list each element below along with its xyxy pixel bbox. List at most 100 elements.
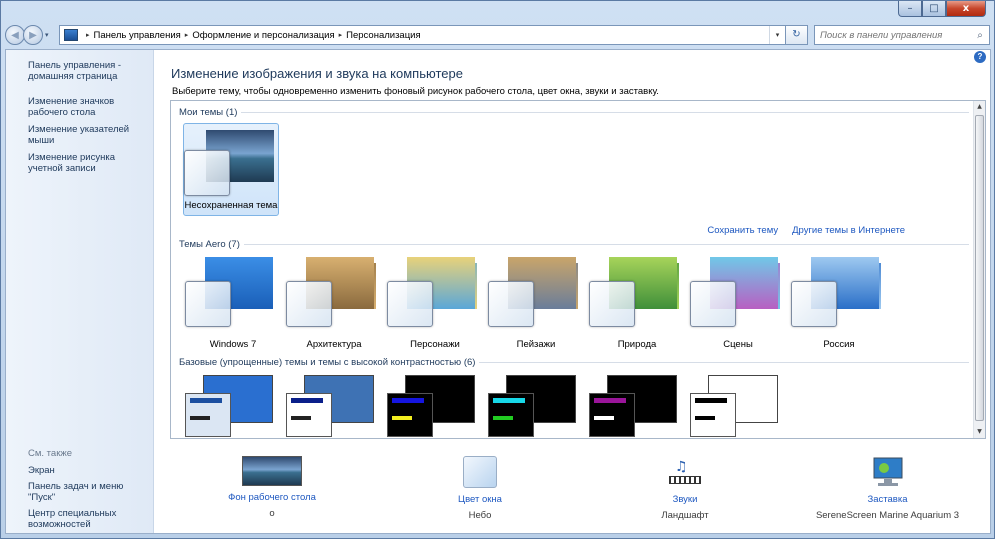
theme-window-preview [690,281,736,327]
theme-title-bar-preview [695,398,727,403]
svg-text:♫: ♫ [675,459,688,475]
close-button[interactable]: x [946,1,986,17]
theme-label: Архитектура [306,339,362,350]
search-icon[interactable]: ⌕ [971,30,989,41]
window-color-setting[interactable]: Цвет окна Небо [435,456,525,521]
theme-aero[interactable]: Россия [791,255,887,350]
theme-aero[interactable]: Архитектура [286,255,382,350]
theme-window-preview [488,281,534,327]
theme-basic[interactable] [185,375,273,438]
breadcrumb-personalization[interactable]: Персонализация [346,30,420,41]
theme-aero[interactable]: Персонажи [387,255,483,350]
refresh-button[interactable]: ↻ [786,25,808,45]
theme-basic[interactable] [488,375,576,438]
sounds-icon: ♫ [669,459,701,484]
scroll-up-button[interactable]: ▲ [974,101,985,113]
sidebar-home-link[interactable]: Панель управления - домашняя страница [28,60,148,82]
theme-window-preview [488,393,534,437]
breadcrumb-control-panel[interactable]: Панель управления [94,30,181,41]
see-also-taskbar[interactable]: Панель задач и меню "Пуск" [28,481,152,503]
save-theme-link[interactable]: Сохранить тему [707,225,778,236]
theme-aero[interactable]: Природа [589,255,685,350]
screensaver-value: SereneScreen Marine Aquarium 3 [815,510,960,521]
theme-text-preview [594,416,614,420]
scroll-down-button[interactable]: ▼ [974,426,985,438]
screensaver-caption[interactable]: Заставка [805,494,970,505]
theme-text-preview [493,416,513,420]
sounds-caption[interactable]: Звуки [640,494,730,505]
sidebar: Панель управления - домашняя страница Из… [6,50,154,533]
window-color-icon [463,456,497,488]
screensaver-setting[interactable]: Заставка SereneScreen Marine Aquarium 3 [805,456,970,521]
themes-scrollbar[interactable]: ▲ ▼ [973,101,985,438]
theme-window-preview [791,281,837,327]
control-panel-icon [64,29,78,41]
theme-actions: Сохранить тему Другие темы в Интернете [707,225,905,236]
theme-window-preview [589,393,635,437]
theme-window-preview [184,150,230,196]
crumb-separator[interactable]: ▸ [185,31,189,39]
theme-window-preview [185,281,231,327]
desktop-background-setting[interactable]: Фон рабочего стола o [227,456,317,519]
window-controls: – □ x [898,1,986,17]
crumb-separator[interactable]: ▸ [339,31,343,39]
theme-label: Персонажи [410,339,460,350]
sidebar-link-desktop-icons[interactable]: Изменение значков рабочего стола [28,96,152,118]
group-header-aero: Темы Aero (7) [179,239,969,250]
search-box[interactable]: ⌕ [814,25,990,45]
themes-list: Мои темы (1) Несохраненная тема Сохранит… [170,100,986,439]
desktop-background-caption[interactable]: Фон рабочего стола [227,492,317,503]
recent-pages-dropdown[interactable]: ▾ [45,31,55,39]
theme-title-bar-preview [493,398,525,403]
sounds-value: Ландшафт [661,510,709,521]
theme-label: Сцены [723,339,753,350]
sidebar-link-mouse-pointers[interactable]: Изменение указателей мыши [28,124,152,146]
theme-settings-strip: Фон рабочего стола o Цвет окна Небо ♫ Зв… [155,450,990,533]
theme-aero[interactable]: Сцены [690,255,786,350]
address-dropdown[interactable]: ▾ [769,26,785,44]
theme-unsaved[interactable]: Несохраненная тема [183,123,279,216]
theme-title-bar-preview [594,398,626,403]
theme-window-preview [387,393,433,437]
search-input[interactable] [820,29,971,41]
see-also-heading: См. также [28,448,72,459]
content-area: ? Панель управления - домашняя страница … [5,49,991,534]
minimize-button[interactable]: – [898,1,922,17]
see-also-display[interactable]: Экран [28,465,152,476]
forward-button[interactable]: ▶ [23,25,43,45]
theme-window-preview [185,393,231,437]
see-also-accessibility[interactable]: Центр специальных возможностей [28,508,152,530]
desktop-background-value: o [269,508,275,519]
online-themes-link[interactable]: Другие темы в Интернете [792,225,905,236]
theme-basic[interactable] [387,375,475,438]
theme-basic[interactable] [690,375,778,438]
sidebar-tasks: Изменение значков рабочего стола Изменен… [28,96,152,180]
scroll-thumb[interactable] [975,115,984,421]
back-button[interactable]: ◀ [5,25,25,45]
group-header-my-themes: Мои темы (1) [179,107,969,118]
window-color-caption[interactable]: Цвет окна [435,494,525,505]
address-bar[interactable]: ▸ Панель управления ▸ Оформление и персо… [59,25,786,45]
help-icon[interactable]: ? [974,51,986,63]
sidebar-link-account-picture[interactable]: Изменение рисунка учетной записи [28,152,152,174]
theme-window-preview [589,281,635,327]
see-also-list: Экран Панель задач и меню "Пуск" Центр с… [28,465,152,535]
maximize-button[interactable]: □ [922,1,946,17]
theme-aero[interactable]: Пейзажи [488,255,584,350]
theme-basic[interactable] [286,375,374,438]
sounds-setting[interactable]: ♫ Звуки Ландшафт [640,456,730,521]
theme-aero[interactable]: Windows 7 [185,255,281,350]
group-title: Базовые (упрощенные) темы и темы с высок… [179,357,476,368]
theme-label: Пейзажи [516,339,556,350]
theme-window-preview [387,281,433,327]
page-title: Изменение изображения и звука на компьют… [171,66,463,81]
control-panel-window: – □ x ◀ ▶ ▾ ▸ Панель управления ▸ Оформл… [0,0,995,539]
theme-label: Россия [823,339,855,350]
group-title: Мои темы (1) [179,107,238,118]
theme-title-bar-preview [190,398,222,403]
group-title: Темы Aero (7) [179,239,240,250]
theme-basic[interactable] [589,375,677,438]
theme-window-preview [286,393,332,437]
crumb-separator[interactable]: ▸ [86,31,90,39]
breadcrumb-appearance[interactable]: Оформление и персонализация [192,30,334,41]
